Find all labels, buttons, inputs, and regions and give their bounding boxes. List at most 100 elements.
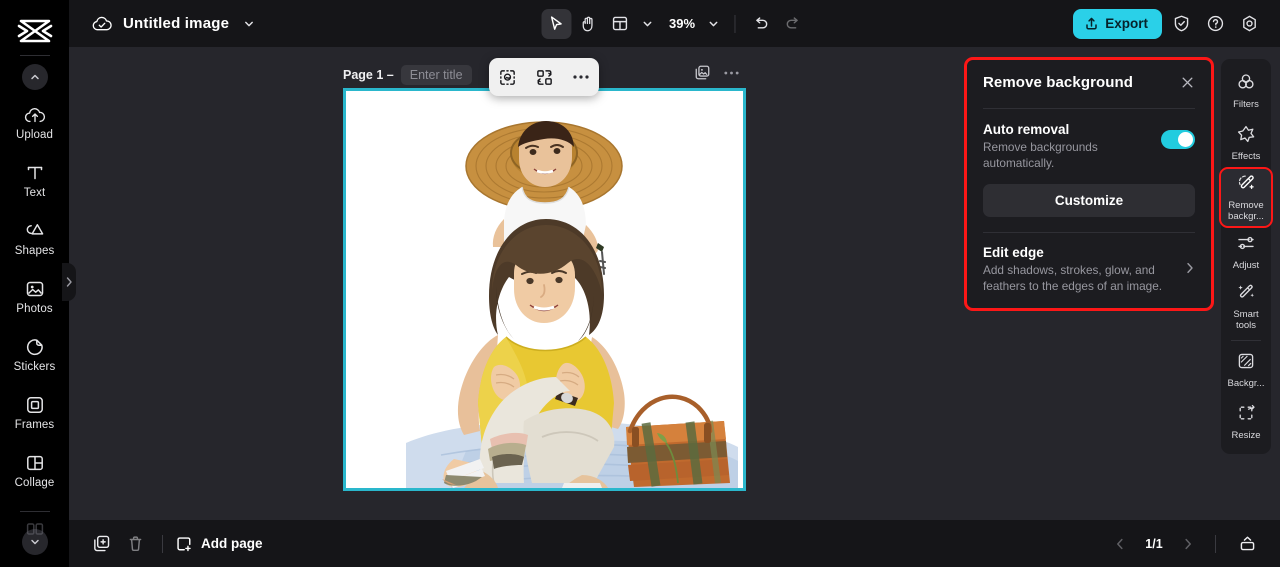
sidebar-item-upload[interactable]: Upload (0, 94, 69, 152)
right-tool-remove-background[interactable]: Remove backgr... (1219, 166, 1273, 229)
add-page-button[interactable]: Add page (173, 535, 263, 553)
close-x-icon[interactable] (1180, 74, 1195, 95)
right-tool-label: Adjust (1232, 259, 1260, 271)
settings-gear-icon[interactable] (1234, 9, 1264, 39)
right-tool-effects[interactable]: Effects (1221, 117, 1271, 169)
panel-divider (983, 108, 1195, 109)
document-title[interactable]: Untitled image (123, 15, 229, 32)
zoom-level-value[interactable]: 39% (659, 16, 701, 31)
chevron-down-icon[interactable] (239, 10, 259, 38)
canvas-tools-group: 39% (540, 8, 808, 39)
remove-background-panel: Remove background Auto removal Remove ba… (964, 57, 1214, 311)
add-page-label: Add page (201, 536, 263, 551)
delete-page-button[interactable] (118, 529, 152, 559)
auto-removal-section: Auto removal Remove backgrounds automati… (983, 122, 1195, 218)
cloud-check-icon[interactable] (91, 15, 113, 33)
bottom-divider (1215, 534, 1216, 553)
sidebar-item-stickers[interactable]: Stickers (0, 326, 69, 384)
export-button[interactable]: Export (1073, 8, 1162, 39)
add-page-square-icon (175, 535, 193, 553)
hand-tool-button[interactable] (573, 9, 603, 39)
chevron-left-icon (1117, 538, 1123, 549)
text-t-icon (25, 162, 45, 184)
bottom-divider (162, 534, 163, 553)
sidebar-item-label: Stickers (13, 361, 56, 374)
page-number-label: Page 1 – (343, 68, 394, 82)
document-title-group: Untitled image (69, 10, 259, 38)
sidebar-item-label: Shapes (14, 245, 55, 258)
right-tool-label: Filters (1233, 98, 1259, 110)
right-toolbar: Filters Effects Remove backgr... Adjust … (1219, 59, 1273, 454)
image-floating-toolbar (489, 58, 599, 96)
toolbar-divider (734, 14, 736, 33)
right-tool-label: Backgr... (1227, 378, 1265, 390)
shapes-icon (24, 220, 45, 242)
upload-share-icon (1084, 16, 1099, 31)
replace-swap-icon[interactable] (531, 64, 557, 90)
undo-button[interactable] (746, 9, 776, 39)
zoom-chevron-down-icon[interactable] (703, 10, 723, 38)
right-tool-smart-tools[interactable]: Smart tools (1221, 278, 1271, 335)
redo-button[interactable] (778, 9, 808, 39)
auto-removal-description: Remove backgrounds automatically. (983, 140, 1098, 170)
sidebar-item-photos[interactable]: Photos (0, 268, 69, 326)
adjust-sliders-icon (1236, 233, 1256, 258)
upload-cloud-icon (24, 104, 46, 126)
panel-title: Remove background (983, 74, 1134, 91)
page-more-horizontal-icon[interactable] (723, 70, 740, 76)
page-counter: 1/1 (1145, 536, 1163, 551)
chevron-right-icon[interactable] (1179, 261, 1195, 280)
auto-removal-toggle[interactable] (1161, 130, 1195, 149)
right-tool-adjust[interactable]: Adjust (1221, 226, 1271, 278)
right-tool-label: Smart tools (1233, 309, 1259, 331)
auto-removal-title: Auto removal (983, 122, 1070, 137)
panel-content: Remove background Auto removal Remove ba… (967, 60, 1211, 295)
artboard[interactable] (343, 88, 746, 491)
bottom-panel-icon (1240, 536, 1254, 551)
previous-page-button[interactable] (1107, 531, 1133, 557)
right-tool-background[interactable]: Backgr... (1221, 345, 1271, 397)
frame-square-icon (25, 394, 45, 416)
sidebar-divider (19, 511, 50, 512)
sidebar-item-label: Frames (14, 419, 55, 432)
duplicate-image-icon[interactable] (694, 64, 711, 81)
canvas-photo[interactable] (346, 91, 743, 488)
shield-check-icon[interactable] (1166, 9, 1196, 39)
next-page-button[interactable] (1175, 531, 1201, 557)
sidebar-collapse-handle[interactable] (62, 263, 76, 301)
sidebar-item-collage[interactable]: Collage (0, 442, 69, 500)
sidebar-item-frames[interactable]: Frames (0, 384, 69, 442)
export-button-label: Export (1105, 16, 1148, 31)
cutout-select-icon[interactable] (494, 64, 520, 90)
right-tool-filters[interactable]: Filters (1221, 65, 1271, 117)
layout-tool-button[interactable] (605, 9, 635, 39)
customize-button[interactable]: Customize (983, 184, 1195, 218)
toggle-knob (1178, 132, 1193, 147)
right-tool-label: Resize (1231, 430, 1261, 442)
panel-header: Remove background (983, 74, 1195, 95)
background-hatch-icon (1236, 351, 1256, 376)
page-title-input[interactable]: Enter title (400, 65, 472, 85)
sidebar-item-label: Text (23, 187, 46, 200)
chevron-right-icon (66, 277, 72, 287)
toggle-bottom-panel-button[interactable] (1230, 529, 1264, 559)
top-right-actions: Export (1073, 8, 1264, 39)
page-header: Page 1 – Enter title (343, 65, 472, 85)
edit-edge-row[interactable]: Edit edge Add shadows, strokes, glow, an… (983, 245, 1195, 294)
smart-tools-wand-icon (1236, 282, 1256, 307)
sidebar-item-text[interactable]: Text (0, 152, 69, 210)
effects-star-icon (1236, 124, 1256, 149)
edit-edge-description: Add shadows, strokes, glow, and feathers… (983, 263, 1163, 294)
edit-edge-title: Edit edge (983, 245, 1044, 261)
more-horizontal-icon[interactable] (568, 64, 594, 90)
help-question-icon[interactable] (1200, 9, 1230, 39)
sidebar-scroll-up-button[interactable] (21, 64, 48, 90)
sidebar-item-shapes[interactable]: Shapes (0, 210, 69, 268)
right-tool-resize[interactable]: Resize (1221, 397, 1271, 449)
duplicate-page-button[interactable] (84, 529, 118, 559)
sidebar-divider (19, 55, 50, 56)
left-sidebar: Upload Text Shapes Photos Stickers Frame… (0, 0, 69, 567)
layout-chevron-down-icon[interactable] (637, 10, 657, 38)
select-tool-button[interactable] (540, 8, 571, 39)
capcut-logo-icon[interactable] (17, 13, 53, 49)
